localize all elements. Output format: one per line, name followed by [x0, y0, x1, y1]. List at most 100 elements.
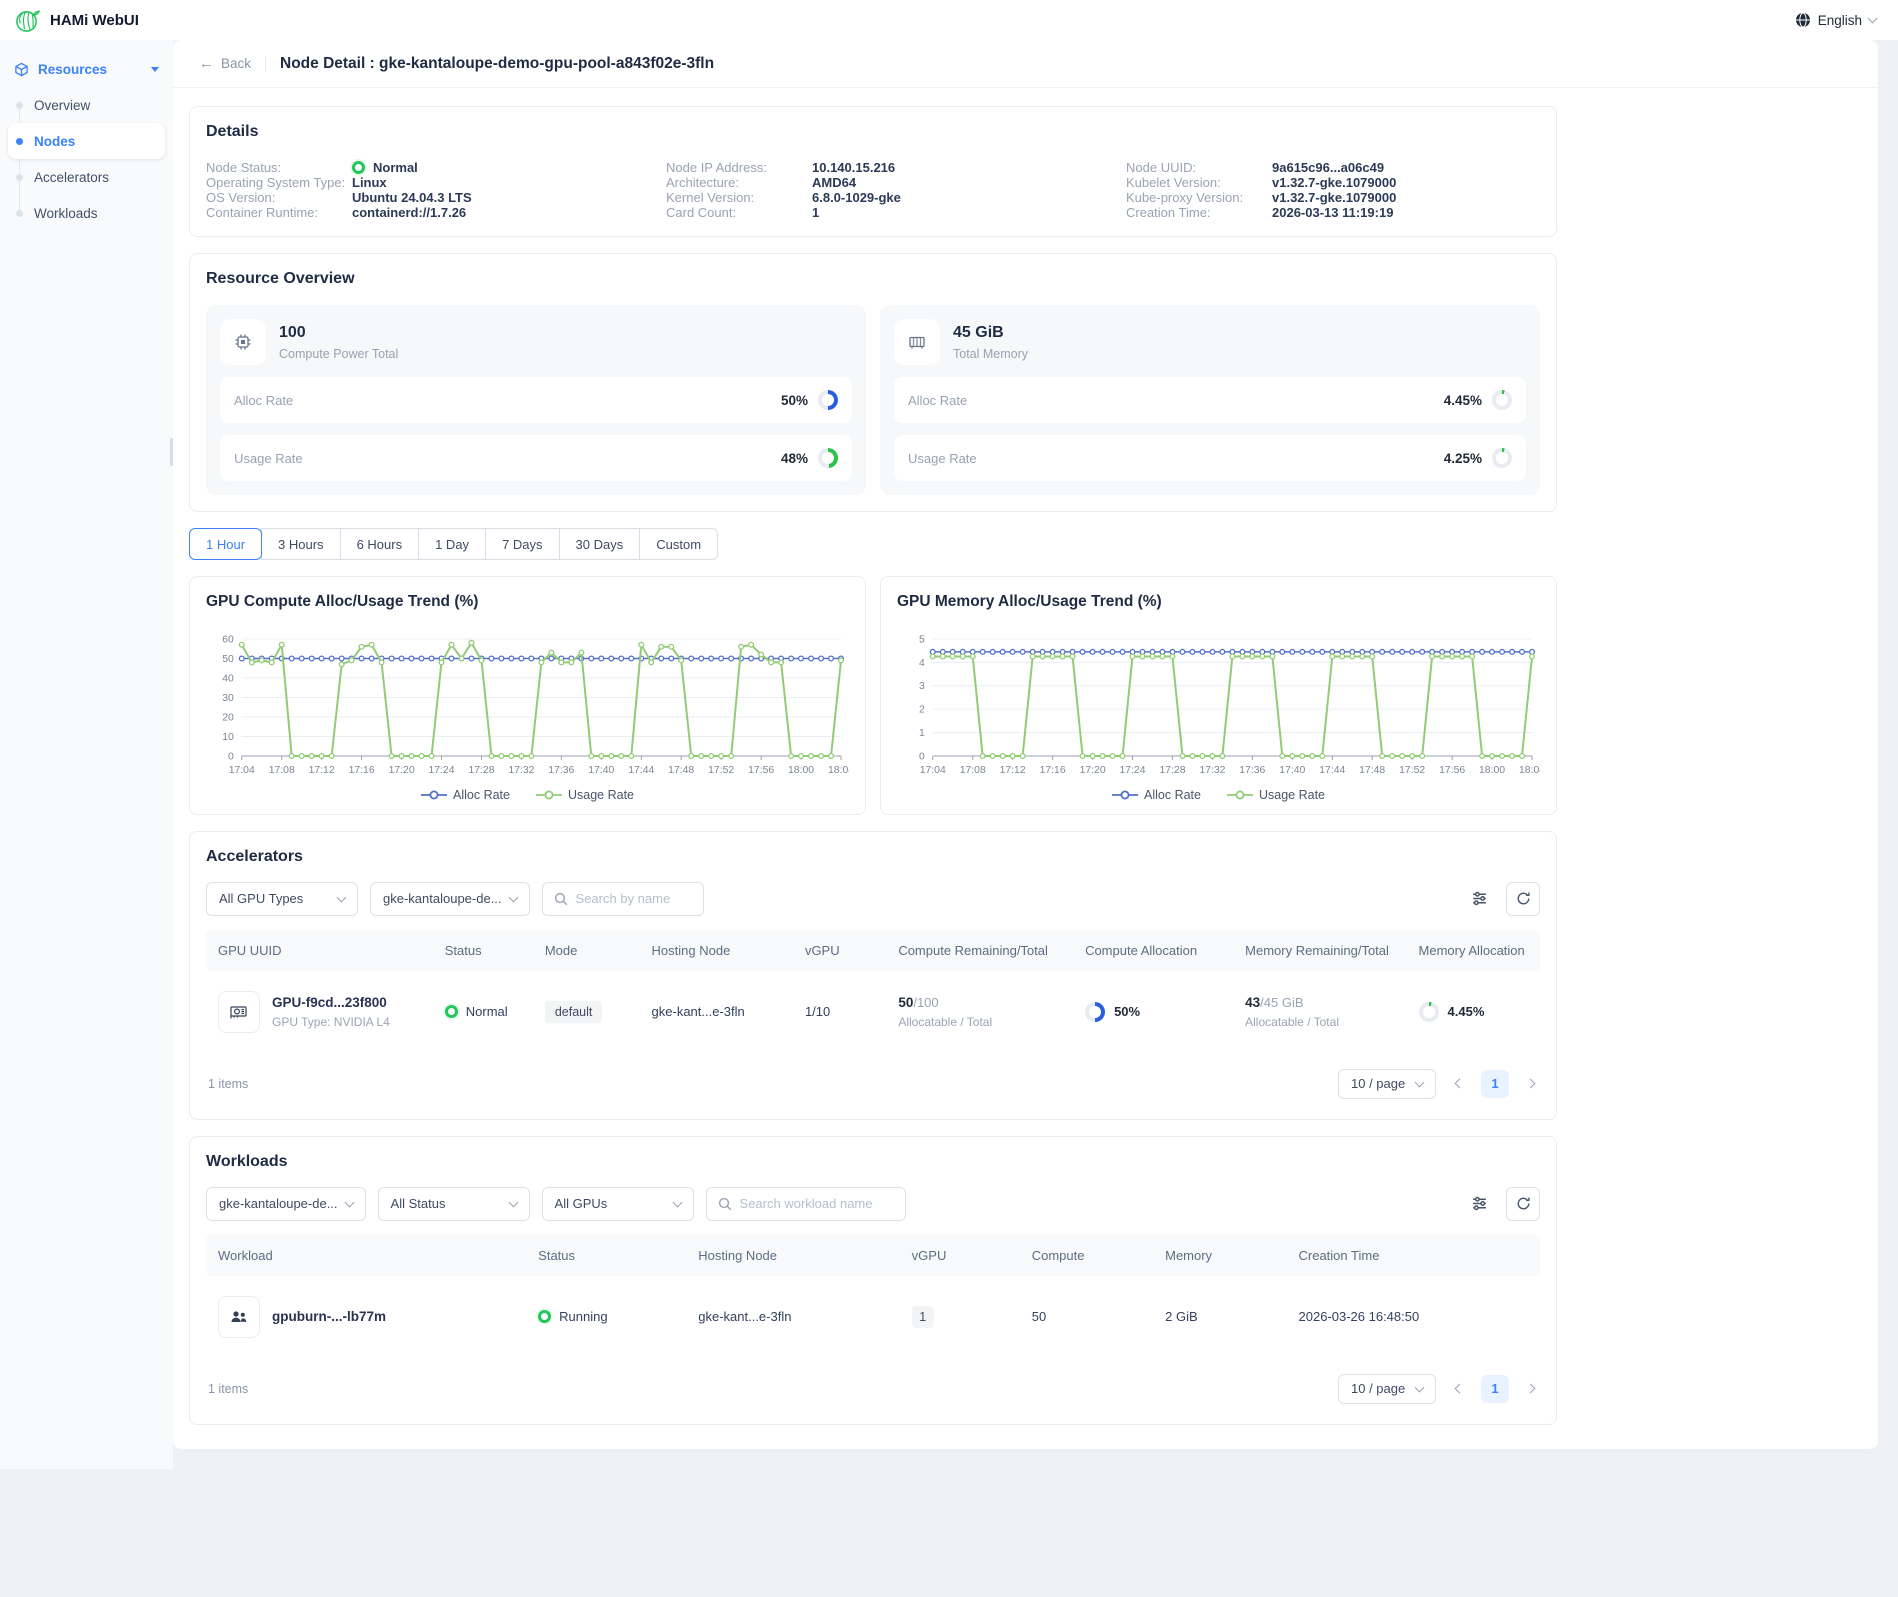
workload-node-value: gke-kantaloupe-de...: [219, 1196, 338, 1211]
svg-text:17:20: 17:20: [389, 765, 415, 776]
svg-text:2: 2: [919, 705, 925, 716]
detail-field: Kube-proxy Version:v1.32.7-gke.1079000: [1126, 190, 1540, 205]
accelerators-column-header: vGPU: [793, 930, 886, 971]
accelerators-column-header: Memory Remaining/Total: [1233, 930, 1406, 971]
column-settings-button[interactable]: [1462, 1187, 1496, 1221]
chevron-down-icon: [508, 1197, 518, 1207]
next-page-button[interactable]: [1525, 1383, 1538, 1394]
detail-label: Node IP Address:: [666, 160, 812, 175]
compute-total-value: 100: [279, 324, 398, 342]
svg-text:0: 0: [228, 751, 234, 762]
memory-caption: Allocatable / Total: [1245, 1015, 1339, 1029]
workload-name[interactable]: gpuburn-...-lb77m: [272, 1309, 386, 1324]
svg-text:17:36: 17:36: [548, 765, 574, 776]
time-range-custom[interactable]: Custom: [639, 528, 718, 560]
accelerator-search-input[interactable]: [576, 891, 692, 906]
time-range-1-day[interactable]: 1 Day: [418, 528, 486, 560]
detail-value: 10.140.15.216: [812, 160, 895, 175]
refresh-button[interactable]: [1506, 882, 1540, 916]
workloads-column-header: Hosting Node: [686, 1235, 899, 1276]
page-number[interactable]: 1: [1481, 1375, 1509, 1403]
app-title: HAMi WebUI: [50, 12, 139, 29]
time-range-group: 1 Hour3 Hours6 Hours1 Day7 Days30 DaysCu…: [189, 528, 1557, 560]
back-button[interactable]: ← Back: [199, 56, 251, 71]
hosting-node: gke-kant...e-3fln: [652, 1004, 745, 1019]
legend-usage-rate[interactable]: Usage Rate: [1227, 788, 1325, 802]
workload-gpus-select[interactable]: All GPUs: [542, 1187, 694, 1221]
svg-text:17:48: 17:48: [1359, 765, 1385, 776]
workload-row[interactable]: gpuburn-...-lb77m Running gke-kant...e-3…: [206, 1276, 1540, 1358]
compute-total: /100: [913, 995, 938, 1010]
items-count: 1 items: [208, 1382, 248, 1396]
prev-page-button[interactable]: [1452, 1078, 1465, 1089]
svg-text:18:04: 18:04: [1519, 765, 1540, 776]
prev-page-button[interactable]: [1452, 1383, 1465, 1394]
alloc-rate-value: 50%: [781, 393, 808, 408]
language-label: English: [1818, 13, 1862, 28]
page-number[interactable]: 1: [1481, 1070, 1509, 1098]
refresh-button[interactable]: [1506, 1187, 1540, 1221]
page-title: Node Detail : gke-kantaloupe-demo-gpu-po…: [280, 55, 714, 73]
sidebar-item-overview[interactable]: Overview: [8, 87, 165, 123]
sidebar-item-accelerators[interactable]: Accelerators: [8, 159, 165, 195]
chart-legend: Alloc Rate Usage Rate: [206, 788, 849, 802]
gpu-memory-trend-chart[interactable]: 01234517:0417:0817:1217:1617:2017:2417:2…: [897, 631, 1540, 782]
sidebar-item-workloads[interactable]: Workloads: [8, 195, 165, 231]
detail-value: Linux: [352, 175, 387, 190]
next-page-button[interactable]: [1525, 1078, 1538, 1089]
divider: [265, 56, 266, 72]
sidebar-resize-handle[interactable]: [170, 438, 173, 466]
svg-text:5: 5: [919, 634, 925, 645]
detail-label: OS Version:: [206, 190, 352, 205]
usage-rate-label: Usage Rate: [234, 451, 303, 466]
accelerator-row[interactable]: GPU-f9cd...23f800 GPU Type: NVIDIA L4 No…: [206, 971, 1540, 1053]
chart-title: GPU Memory Alloc/Usage Trend (%): [897, 593, 1540, 611]
time-range-3-hours[interactable]: 3 Hours: [261, 528, 341, 560]
gpu-type-select[interactable]: All GPU Types: [206, 882, 358, 916]
detail-label: Architecture:: [666, 175, 812, 190]
workload-status-select[interactable]: All Status: [378, 1187, 530, 1221]
memory-alloc-rate-row: Alloc Rate 4.45%: [894, 377, 1526, 423]
gpu-uuid[interactable]: GPU-f9cd...23f800: [272, 995, 390, 1010]
status-normal-icon: [352, 161, 365, 174]
page-size-select[interactable]: 10 / page: [1338, 1374, 1436, 1404]
time-range-1-hour[interactable]: 1 Hour: [189, 528, 262, 560]
gpu-compute-trend-chart[interactable]: 010203040506017:0417:0817:1217:1617:2017…: [206, 631, 849, 782]
svg-text:17:16: 17:16: [1040, 765, 1066, 776]
legend-usage-rate[interactable]: Usage Rate: [536, 788, 634, 802]
alloc-rate-donut: [1492, 390, 1512, 410]
detail-value: v1.32.7-gke.1079000: [1272, 175, 1396, 190]
svg-text:17:56: 17:56: [748, 765, 774, 776]
detail-label: Operating System Type:: [206, 175, 352, 190]
legend-alloc-rate[interactable]: Alloc Rate: [421, 788, 510, 802]
column-settings-button[interactable]: [1462, 882, 1496, 916]
svg-text:17:28: 17:28: [468, 765, 494, 776]
detail-label: Kube-proxy Version:: [1126, 190, 1272, 205]
node-select[interactable]: gke-kantaloupe-de...: [370, 882, 530, 916]
memory-alloc-donut: [1419, 1002, 1439, 1022]
svg-text:4: 4: [919, 658, 925, 669]
workloads-column-header: Workload: [206, 1235, 526, 1276]
detail-value: AMD64: [812, 175, 856, 190]
sidebar-item-nodes[interactable]: Nodes: [8, 123, 165, 159]
detail-field: Node IP Address:10.140.15.216: [666, 160, 1080, 175]
time-range-30-days[interactable]: 30 Days: [559, 528, 641, 560]
hami-logo-icon: [14, 7, 41, 34]
time-range-7-days[interactable]: 7 Days: [485, 528, 559, 560]
workloads-column-header: Status: [526, 1235, 686, 1276]
legend-alloc-rate[interactable]: Alloc Rate: [1112, 788, 1201, 802]
status-running-icon: [538, 1310, 551, 1323]
language-selector[interactable]: English: [1795, 12, 1876, 28]
svg-text:17:56: 17:56: [1439, 765, 1465, 776]
mode-badge: default: [545, 1001, 603, 1023]
detail-value: 6.8.0-1029-gke: [812, 190, 901, 205]
time-range-6-hours[interactable]: 6 Hours: [340, 528, 420, 560]
page-size-select[interactable]: 10 / page: [1338, 1069, 1436, 1099]
workload-search-input[interactable]: [740, 1196, 894, 1211]
sidebar-section-resources[interactable]: Resources: [0, 54, 173, 85]
chevron-down-icon: [1415, 1077, 1425, 1087]
workload-creation-time: 2026-03-26 16:48:50: [1299, 1309, 1420, 1324]
svg-text:18:00: 18:00: [788, 765, 814, 776]
memory-remaining: 43: [1245, 995, 1260, 1010]
workload-node-select[interactable]: gke-kantaloupe-de...: [206, 1187, 366, 1221]
